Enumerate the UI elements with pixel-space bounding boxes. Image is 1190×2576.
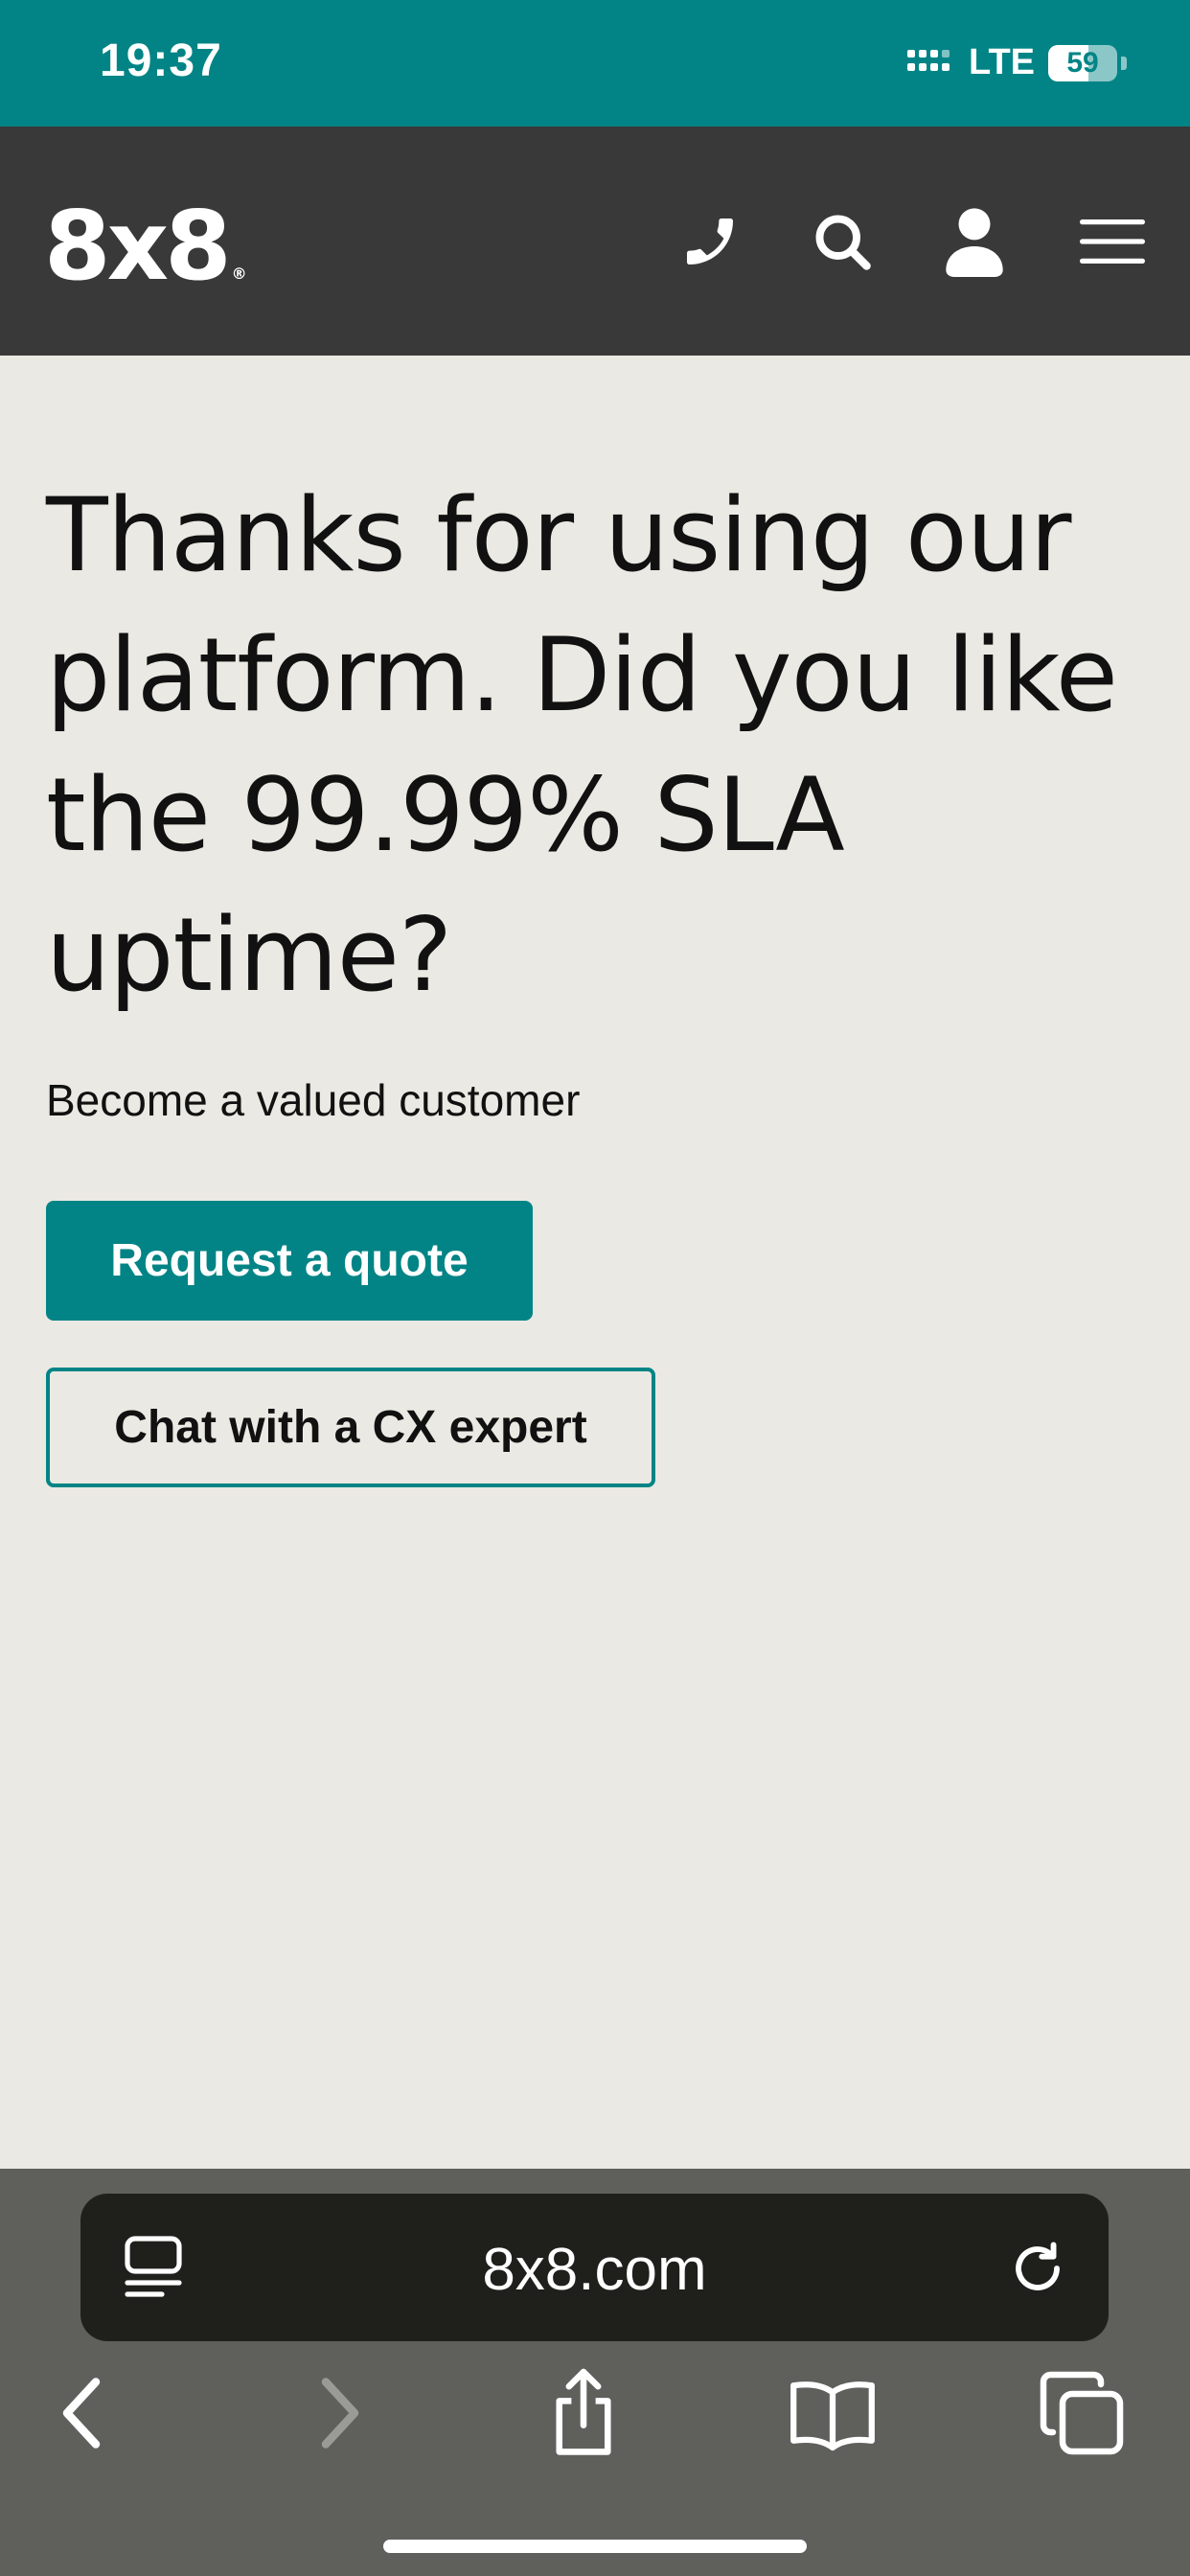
signal-icon <box>907 49 950 71</box>
url-text[interactable]: 8x8.com <box>80 2236 1109 2304</box>
site-header: 8x8 ® <box>0 126 1190 356</box>
reload-icon[interactable] <box>1001 2232 1074 2305</box>
status-indicators: LTE 59 <box>905 42 1127 83</box>
logo-text: 8x8 <box>44 190 232 302</box>
tabs-icon[interactable] <box>1029 2360 1134 2466</box>
status-bar: 19:37 LTE 59 <box>0 0 1190 126</box>
user-icon[interactable] <box>936 203 1013 280</box>
phone-icon[interactable] <box>672 203 748 280</box>
chat-cx-expert-button[interactable]: Chat with a CX expert <box>46 1368 655 1487</box>
battery-percent: 59 <box>1066 46 1099 79</box>
logo-registered-mark: ® <box>231 264 247 283</box>
logo[interactable]: 8x8 ® <box>44 194 247 327</box>
search-icon[interactable] <box>804 203 881 280</box>
menu-icon[interactable] <box>1074 203 1151 280</box>
forward-icon[interactable] <box>287 2360 393 2466</box>
page-subtitle: Become a valued customer <box>46 1075 581 1125</box>
battery-icon: 59 <box>1048 44 1117 81</box>
battery-cap <box>1121 56 1127 70</box>
bookmarks-icon[interactable] <box>780 2360 885 2466</box>
home-indicator[interactable] <box>383 2540 807 2553</box>
share-icon[interactable] <box>531 2360 636 2466</box>
address-bar[interactable]: 8x8.com <box>80 2194 1109 2341</box>
back-icon[interactable] <box>29 2360 134 2466</box>
page-headline: Thanks for using our platform. Did you l… <box>46 476 1118 1014</box>
request-quote-button[interactable]: Request a quote <box>46 1201 533 1321</box>
status-time: 19:37 <box>100 35 222 86</box>
network-type: LTE <box>969 42 1035 82</box>
browser-toolbar: 8x8.com <box>0 2169 1190 2576</box>
